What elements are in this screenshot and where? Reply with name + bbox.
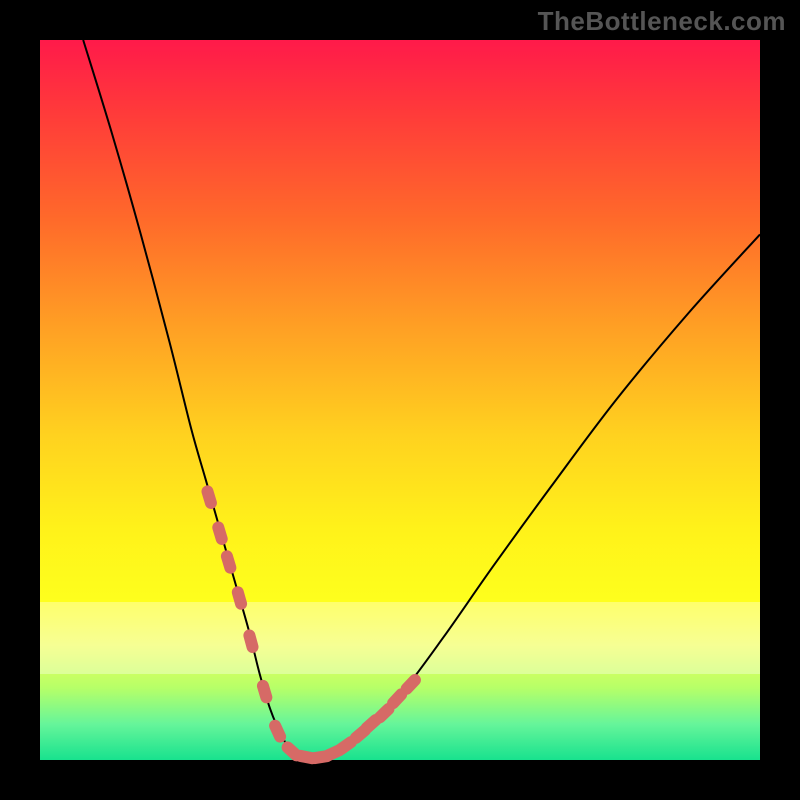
plot-area bbox=[40, 40, 760, 760]
curve-marker bbox=[200, 484, 218, 510]
chart-frame: TheBottleneck.com bbox=[0, 0, 800, 800]
curve-marker bbox=[242, 628, 260, 654]
bottleneck-curve bbox=[83, 40, 760, 758]
curve-marker bbox=[211, 520, 229, 546]
marker-group bbox=[200, 484, 423, 765]
curve-marker bbox=[255, 678, 273, 704]
curve-marker bbox=[219, 549, 237, 575]
curve-marker bbox=[230, 585, 248, 611]
chart-overlay bbox=[40, 40, 760, 760]
watermark-text: TheBottleneck.com bbox=[538, 6, 786, 37]
